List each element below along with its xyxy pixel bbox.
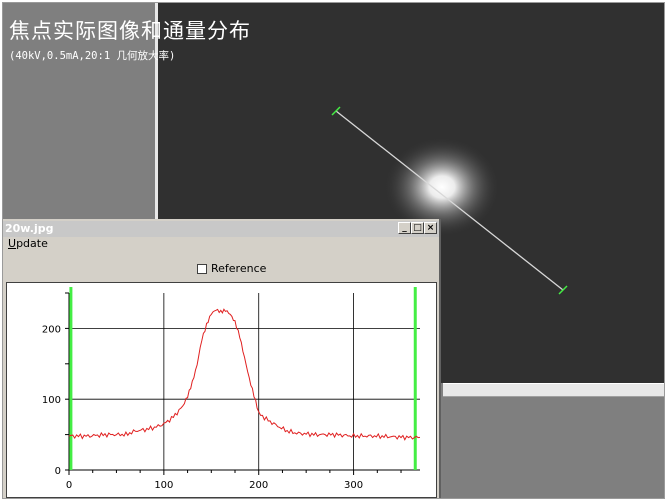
profile-window-toolbar: Reference — [3, 252, 439, 282]
x-tick-label: 0 — [66, 480, 72, 491]
reference-label: Reference — [211, 262, 267, 275]
profile-window: 20w.jpg _ □ × Update Reference 0 100 200 30… — [3, 219, 441, 498]
right-lower-panel — [443, 383, 664, 498]
y-tick-label: 0 — [55, 466, 61, 477]
intensity-profile-chart: 0 100 200 300 0 100 200 — [42, 287, 421, 491]
close-button[interactable]: × — [424, 222, 437, 234]
menu-update-mnemonic: U — [8, 237, 17, 250]
application-frame: 焦点实际图像和通量分布 (40kV,0.5mA,20:1 几何放大率) 20w.… — [2, 2, 665, 499]
reference-checkbox[interactable] — [197, 263, 207, 274]
x-tick-label: 200 — [249, 480, 268, 491]
horizontal-scrollbar[interactable] — [443, 383, 664, 397]
profile-window-title: 20w.jpg — [5, 222, 54, 235]
profile-plot-area: 0 100 200 300 0 100 200 — [6, 282, 437, 498]
page-title: 焦点实际图像和通量分布 — [9, 19, 251, 43]
profile-window-menubar: Update — [3, 237, 439, 252]
y-tick-label: 100 — [42, 395, 61, 406]
page-subtitle: (40kV,0.5mA,20:1 几何放大率) — [9, 50, 176, 62]
menu-update-label: pdate — [16, 237, 48, 250]
menu-update[interactable]: Update — [8, 237, 48, 250]
y-tick-label: 200 — [42, 324, 61, 335]
x-tick-label: 300 — [344, 480, 363, 491]
maximize-button[interactable]: □ — [411, 222, 424, 234]
x-tick-label: 100 — [154, 480, 173, 491]
minimize-button[interactable]: _ — [398, 222, 411, 234]
profile-window-titlebar[interactable]: 20w.jpg _ □ × — [3, 221, 439, 237]
reference-option[interactable]: Reference — [197, 262, 266, 275]
intensity-profile-series — [68, 308, 421, 441]
